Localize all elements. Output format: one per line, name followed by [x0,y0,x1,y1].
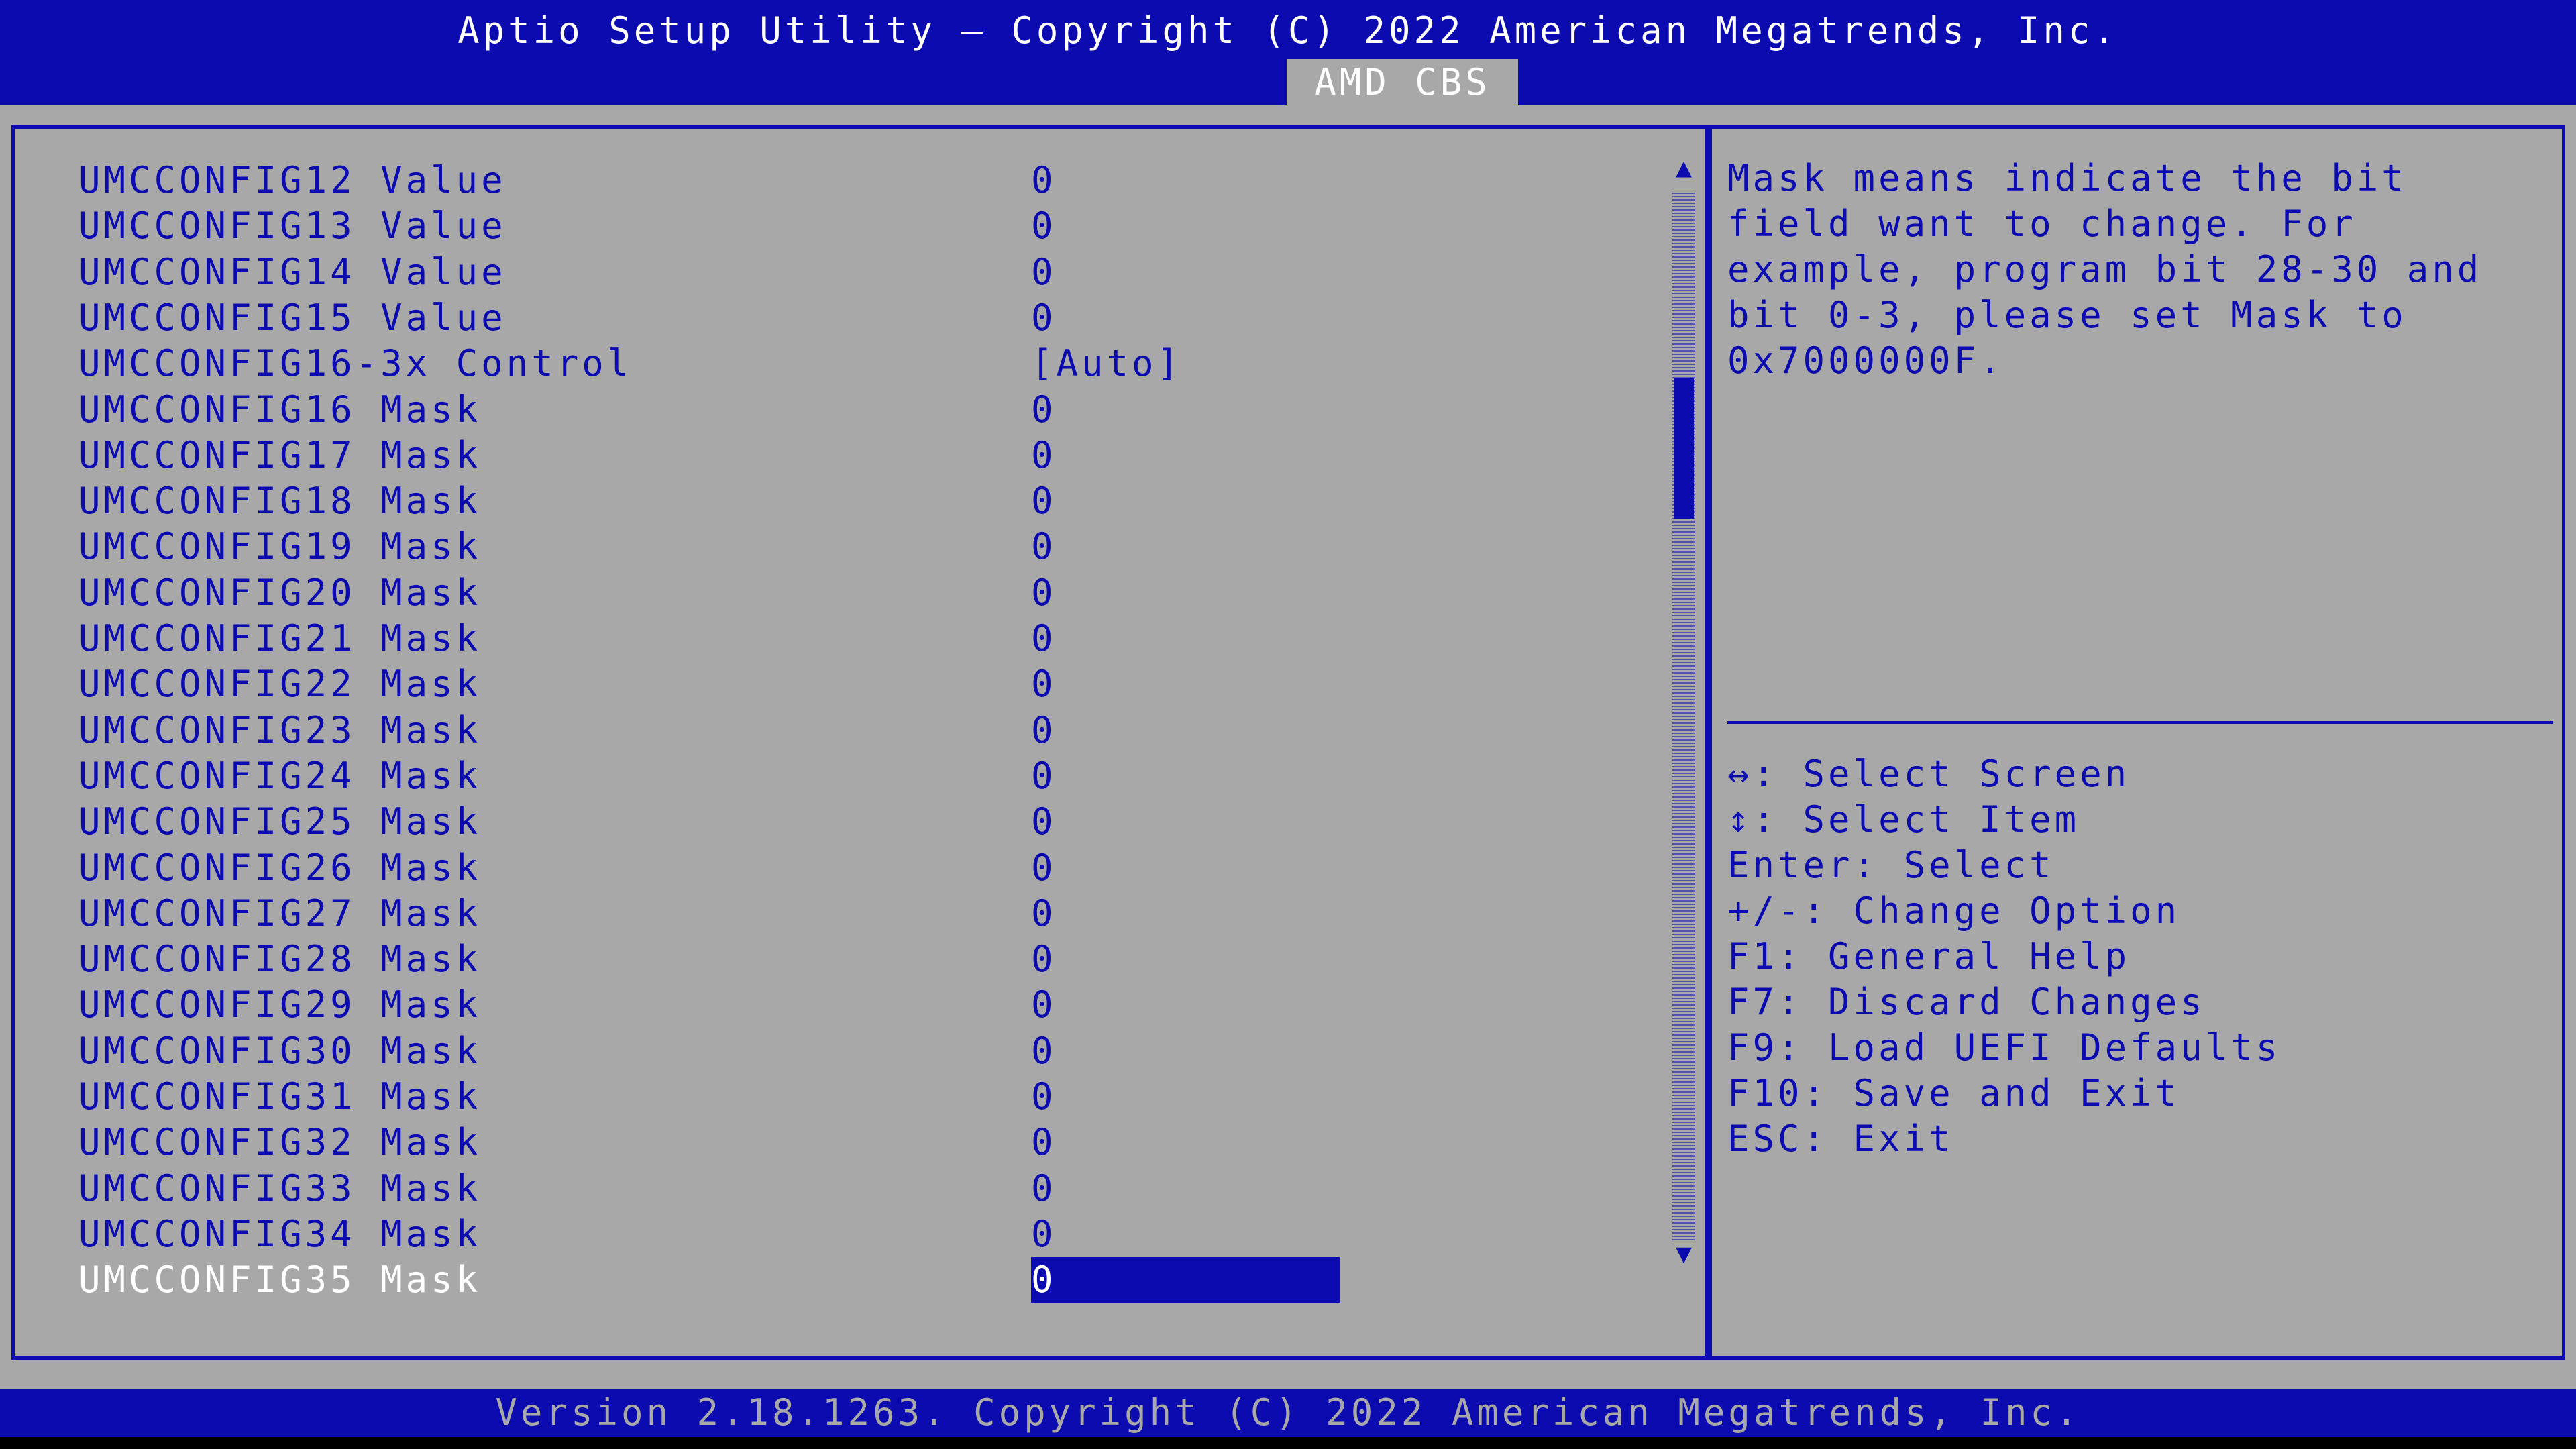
setting-label: UMCCONFIG31 Mask [78,1075,482,1118]
setting-value[interactable]: 0 [1031,1028,1057,1074]
setting-value[interactable]: [Auto] [1031,341,1182,386]
setting-row[interactable]: UMCCONFIG26 Mask 0 [15,845,1625,891]
setting-value[interactable]: 0 [1031,799,1057,845]
setting-label: UMCCONFIG33 Mask [78,1167,482,1210]
setting-value[interactable]: 0 [1031,158,1057,203]
setting-row[interactable]: UMCCONFIG28 Mask 0 [15,936,1625,982]
setting-row[interactable]: UMCCONFIG29 Mask 0 [15,982,1625,1028]
main-area: UMCCONFIG12 Value 0 UMCCONFIG13 Value 0 UMCC… [0,105,2576,1389]
setting-label: UMCCONFIG22 Mask [78,663,482,706]
setting-row[interactable]: UMCCONFIG13 Value 0 [15,203,1625,249]
setting-row[interactable]: UMCCONFIG19 Mask 0 [15,524,1625,570]
setting-label: UMCCONFIG23 Mask [78,708,482,751]
setting-value[interactable]: 0 [1031,387,1057,433]
header-title: Aptio Setup Utility – Copyright (C) 2022… [458,9,2118,52]
key-legend: ↔: Select Screen ↕: Select Item Enter: Sel… [1727,751,2553,1162]
setting-label: UMCCONFIG30 Mask [78,1029,482,1072]
setting-row[interactable]: UMCCONFIG32 Mask 0 [15,1120,1625,1165]
footer-bar: Version 2.18.1263. Copyright (C) 2022 Am… [0,1389,2576,1437]
setting-label: UMCCONFIG15 Value [78,296,506,339]
setting-value[interactable]: 0 [1031,1166,1057,1212]
setting-label: UMCCONFIG32 Mask [78,1121,482,1164]
setting-row[interactable]: UMCCONFIG23 Mask 0 [15,708,1625,753]
setting-row[interactable]: UMCCONFIG31 Mask 0 [15,1074,1625,1120]
setting-label: UMCCONFIG24 Mask [78,754,482,797]
setting-value[interactable]: 0 [1031,433,1057,478]
setting-value[interactable]: 0 [1031,753,1057,799]
setting-row[interactable]: UMCCONFIG12 Value 0 [15,158,1625,203]
setting-value[interactable]: 0 [1031,203,1057,249]
setting-row[interactable]: UMCCONFIG15 Value 0 [15,295,1625,341]
scrollbar-track[interactable] [1672,193,1695,1240]
header-bar: Aptio Setup Utility – Copyright (C) 2022… [0,0,2576,105]
setting-label: UMCCONFIG14 Value [78,250,506,293]
setting-label: UMCCONFIG16 Mask [78,388,482,431]
setting-row[interactable]: UMCCONFIG17 Mask 0 [15,433,1625,478]
setting-row[interactable]: UMCCONFIG16-3x Control [Auto] [15,341,1625,386]
setting-row[interactable]: UMCCONFIG34 Mask 0 [15,1212,1625,1257]
key-hint: F1: General Help [1727,935,2131,977]
setting-value[interactable]: 0 [1031,661,1057,707]
tab-amd-cbs[interactable]: AMD CBS [1287,59,1518,105]
key-hint: ↔: Select Screen [1727,753,2131,795]
setting-row[interactable]: UMCCONFIG30 Mask 0 [15,1028,1625,1074]
key-hint: F9: Load UEFI Defaults [1727,1026,2282,1069]
setting-row[interactable]: UMCCONFIG24 Mask 0 [15,753,1625,799]
setting-label: UMCCONFIG20 Mask [78,571,482,614]
setting-value[interactable]: 0 [1031,708,1057,753]
scrollbar-thumb[interactable] [1674,378,1694,519]
setting-value[interactable]: 0 [1031,524,1057,570]
setting-row[interactable]: UMCCONFIG20 Mask 0 [15,570,1625,616]
key-hint: Enter: Select [1727,844,2055,886]
help-divider [1727,721,2553,724]
setting-label: UMCCONFIG25 Mask [78,800,482,843]
help-panel: Mask means indicate the bit field want t… [1709,125,2565,1360]
setting-label: UMCCONFIG18 Mask [78,480,482,523]
setting-value[interactable]: 0 [1031,1257,1340,1303]
setting-row[interactable]: UMCCONFIG35 Mask 0 [15,1257,1625,1303]
scroll-down-icon[interactable]: ▼ [1669,1240,1699,1267]
setting-value[interactable]: 0 [1031,250,1057,295]
setting-label: UMCCONFIG13 Value [78,205,506,248]
setting-value[interactable]: 0 [1031,616,1057,661]
setting-label: UMCCONFIG19 Mask [78,525,482,568]
setting-label: UMCCONFIG27 Mask [78,892,482,934]
key-hint: +/-: Change Option [1727,890,2181,932]
settings-panel: UMCCONFIG12 Value 0 UMCCONFIG13 Value 0 UMCC… [11,125,1709,1360]
setting-value[interactable]: 0 [1031,982,1057,1028]
setting-row[interactable]: UMCCONFIG27 Mask 0 [15,891,1625,936]
setting-label: UMCCONFIG12 Value [78,159,506,201]
setting-value[interactable]: 0 [1031,478,1057,524]
setting-row[interactable]: UMCCONFIG25 Mask 0 [15,799,1625,845]
scroll-up-icon[interactable]: ▲ [1669,154,1699,181]
setting-label: UMCCONFIG26 Mask [78,846,482,889]
setting-row[interactable]: UMCCONFIG16 Mask 0 [15,387,1625,433]
setting-value[interactable]: 0 [1031,936,1057,982]
setting-value[interactable]: 0 [1031,1212,1057,1257]
footer-text: Version 2.18.1263. Copyright (C) 2022 Am… [495,1391,2081,1434]
setting-row[interactable]: UMCCONFIG18 Mask 0 [15,478,1625,524]
setting-row[interactable]: UMCCONFIG22 Mask 0 [15,661,1625,707]
setting-value[interactable]: 0 [1031,570,1057,616]
setting-value[interactable]: 0 [1031,1074,1057,1120]
setting-value[interactable]: 0 [1031,891,1057,936]
setting-value[interactable]: 0 [1031,845,1057,891]
key-hint: F10: Save and Exit [1727,1072,2181,1114]
setting-value[interactable]: 0 [1031,295,1057,341]
setting-value[interactable]: 0 [1031,1120,1057,1165]
setting-label: UMCCONFIG35 Mask [78,1258,482,1301]
setting-label: UMCCONFIG21 Mask [78,617,482,659]
setting-label: UMCCONFIG28 Mask [78,938,482,981]
help-text: Mask means indicate the bit field want t… [1727,157,2483,382]
setting-label: UMCCONFIG17 Mask [78,433,482,476]
setting-label: UMCCONFIG34 Mask [78,1212,482,1255]
setting-label: UMCCONFIG29 Mask [78,983,482,1026]
key-hint: ESC: Exit [1727,1118,1954,1160]
setting-row[interactable]: UMCCONFIG33 Mask 0 [15,1166,1625,1212]
key-hint: F7: Discard Changes [1727,981,2206,1023]
key-hint: ↕: Select Item [1727,798,2080,841]
setting-label: UMCCONFIG16-3x Control [78,342,633,385]
setting-row[interactable]: UMCCONFIG21 Mask 0 [15,616,1625,661]
setting-row[interactable]: UMCCONFIG14 Value 0 [15,250,1625,295]
